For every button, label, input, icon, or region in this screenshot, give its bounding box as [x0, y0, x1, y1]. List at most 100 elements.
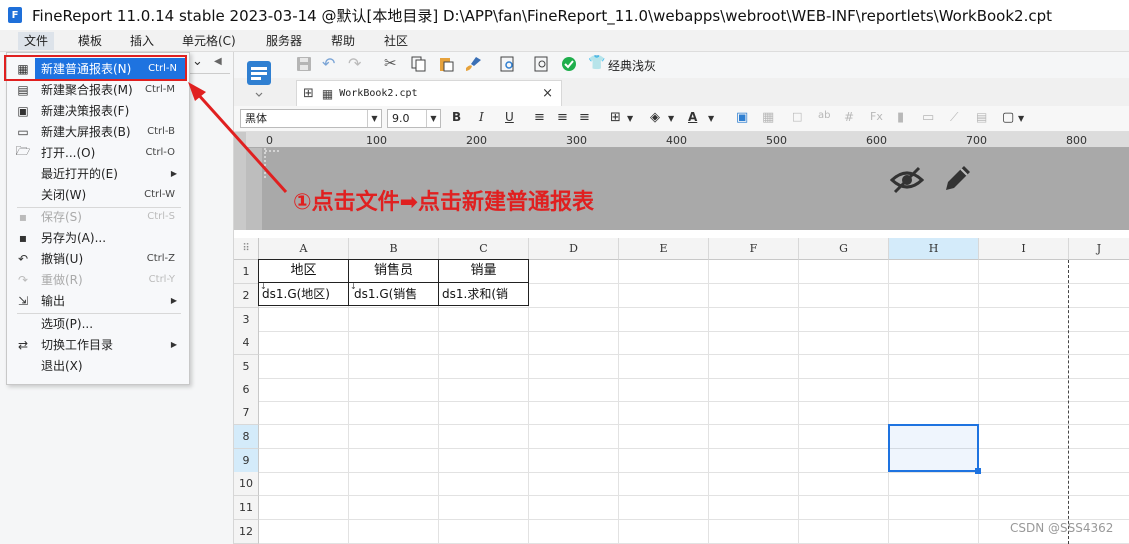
- ruler-label: 200: [466, 134, 487, 147]
- merge-cell-icon[interactable]: ▦: [762, 110, 774, 125]
- cell-a2[interactable]: ds1.G(地区): [258, 282, 349, 306]
- selected-cell-range[interactable]: [888, 424, 979, 472]
- row-header[interactable]: 2: [234, 284, 259, 308]
- font-color-icon[interactable]: A: [688, 110, 697, 124]
- theme-shirt-icon[interactable]: 👕: [588, 55, 605, 71]
- font-size-select[interactable]: 9.0 ▼: [387, 109, 441, 128]
- menu-item-redo[interactable]: ↷ 重做(R) Ctrl-Y: [7, 269, 189, 290]
- cell-c2[interactable]: ds1.求和(销: [438, 282, 529, 306]
- menu-item-export[interactable]: ⇲ 输出 ▶: [7, 290, 189, 311]
- column-header[interactable]: D: [529, 238, 619, 260]
- ruler-label: 100: [366, 134, 387, 147]
- edit-pencil-icon[interactable]: [940, 162, 974, 196]
- tab-workbook[interactable]: ⊞ ▦ WorkBook2.cpt ×: [296, 80, 562, 106]
- menu-item-switch-workdir[interactable]: ⇄ 切换工作目录 ▶: [7, 334, 189, 355]
- row-header[interactable]: 11: [234, 496, 259, 520]
- grid-line: [798, 260, 799, 544]
- grid-line: [978, 260, 979, 544]
- preview-icon[interactable]: [500, 56, 516, 76]
- page-break-line: [1068, 260, 1069, 544]
- ruler-label: 700: [966, 134, 987, 147]
- expand-down-icon: ↓: [260, 282, 267, 291]
- insert-formula-icon[interactable]: Fx: [870, 110, 883, 123]
- cut-icon[interactable]: ✂: [384, 54, 397, 72]
- insert-image-icon[interactable]: ▭: [922, 110, 934, 125]
- ruler-label: 300: [566, 134, 587, 147]
- format-painter-icon[interactable]: [464, 56, 482, 76]
- export-icon: ⇲: [17, 293, 29, 308]
- chevron-down-icon: ▼: [426, 110, 440, 127]
- align-right-icon[interactable]: ≡: [579, 110, 590, 125]
- submenu-arrow-icon: ▶: [170, 340, 177, 349]
- row-header[interactable]: 7: [234, 401, 259, 425]
- chevron-down-icon[interactable]: ▼: [1018, 114, 1024, 123]
- column-header[interactable]: F: [709, 238, 799, 260]
- chevron-down-icon[interactable]: ▼: [668, 114, 674, 123]
- underline-button[interactable]: U: [505, 110, 514, 124]
- ruler-label: 600: [866, 134, 887, 147]
- row-header[interactable]: 6: [234, 378, 259, 402]
- menu-help[interactable]: 帮助: [325, 32, 361, 50]
- ruler-label: 400: [666, 134, 687, 147]
- fill-color-icon[interactable]: ◈: [650, 110, 660, 125]
- insert-text-icon[interactable]: □: [792, 110, 802, 123]
- chevron-down-icon[interactable]: ▼: [627, 114, 633, 123]
- watermark: CSDN @SSS4362: [1010, 521, 1114, 535]
- chevron-down-icon[interactable]: ▼: [708, 114, 714, 123]
- copy-icon[interactable]: [410, 56, 426, 76]
- menu-item-exit[interactable]: 退出(X): [7, 355, 189, 376]
- row-header[interactable]: 3: [234, 308, 259, 332]
- row-header[interactable]: 5: [234, 355, 259, 379]
- menu-community[interactable]: 社区: [378, 32, 414, 50]
- annotation-text: ①点击文件➡点击新建普通报表: [293, 190, 595, 215]
- row-header[interactable]: 4: [234, 331, 259, 355]
- cell-b1[interactable]: 销售员: [348, 259, 439, 283]
- cell-c1[interactable]: 销量: [438, 259, 529, 283]
- row-header-selected[interactable]: 8: [234, 425, 259, 449]
- main-toolbar: [234, 52, 1129, 78]
- row-header[interactable]: 10: [234, 472, 259, 496]
- column-header[interactable]: I: [979, 238, 1069, 260]
- insert-subreport-icon[interactable]: ▤: [976, 110, 987, 124]
- align-center-icon[interactable]: ≡: [557, 110, 568, 125]
- grid-line: [259, 519, 1129, 520]
- fill-handle[interactable]: [975, 468, 981, 474]
- redo-icon[interactable]: ↷: [348, 54, 361, 73]
- insert-number-icon[interactable]: #: [844, 110, 854, 124]
- redo-icon: ↷: [17, 272, 29, 287]
- eye-hidden-icon[interactable]: [890, 164, 924, 196]
- cell-b2[interactable]: ds1.G(销售: [348, 282, 439, 306]
- grid-line: [708, 260, 709, 544]
- align-left-icon[interactable]: ≡: [534, 110, 545, 125]
- insert-ab-icon[interactable]: ab: [818, 110, 830, 121]
- column-header[interactable]: C: [439, 238, 529, 260]
- close-tab-icon[interactable]: ×: [542, 86, 553, 101]
- grid-line: [259, 495, 1129, 496]
- row-header[interactable]: 1: [234, 260, 259, 284]
- row-header[interactable]: 12: [234, 520, 259, 544]
- cell-a1[interactable]: 地区: [258, 259, 349, 283]
- row-header-selected[interactable]: 9: [234, 449, 259, 473]
- column-header[interactable]: B: [349, 238, 439, 260]
- menu-item-options[interactable]: 选项(P)...: [7, 313, 189, 334]
- insert-slash-icon[interactable]: ⟋: [950, 110, 958, 125]
- expand-down-icon: ↓: [350, 282, 357, 291]
- column-header[interactable]: J: [1069, 238, 1129, 260]
- grid-line: [259, 354, 1129, 355]
- insert-cell-border-icon[interactable]: ▢: [1002, 110, 1014, 125]
- italic-button[interactable]: I: [479, 110, 484, 124]
- cell-attr-icon[interactable]: ▣: [736, 110, 748, 125]
- paste-icon[interactable]: [438, 56, 454, 76]
- insert-chart-icon[interactable]: ▮: [897, 110, 904, 125]
- check-icon[interactable]: [561, 56, 577, 76]
- border-icon[interactable]: ⊞: [610, 110, 621, 125]
- column-header-selected[interactable]: H: [889, 238, 979, 260]
- search-report-icon[interactable]: [534, 56, 550, 76]
- horizontal-ruler: 0 100 200 300 400 500 600 700 800: [246, 132, 1129, 148]
- theme-label[interactable]: 经典浅灰: [608, 57, 656, 74]
- column-header[interactable]: E: [619, 238, 709, 260]
- grid-line: [259, 378, 1129, 379]
- bold-button[interactable]: B: [452, 110, 461, 124]
- submenu-arrow-icon: ▶: [170, 296, 177, 305]
- column-header[interactable]: G: [799, 238, 889, 260]
